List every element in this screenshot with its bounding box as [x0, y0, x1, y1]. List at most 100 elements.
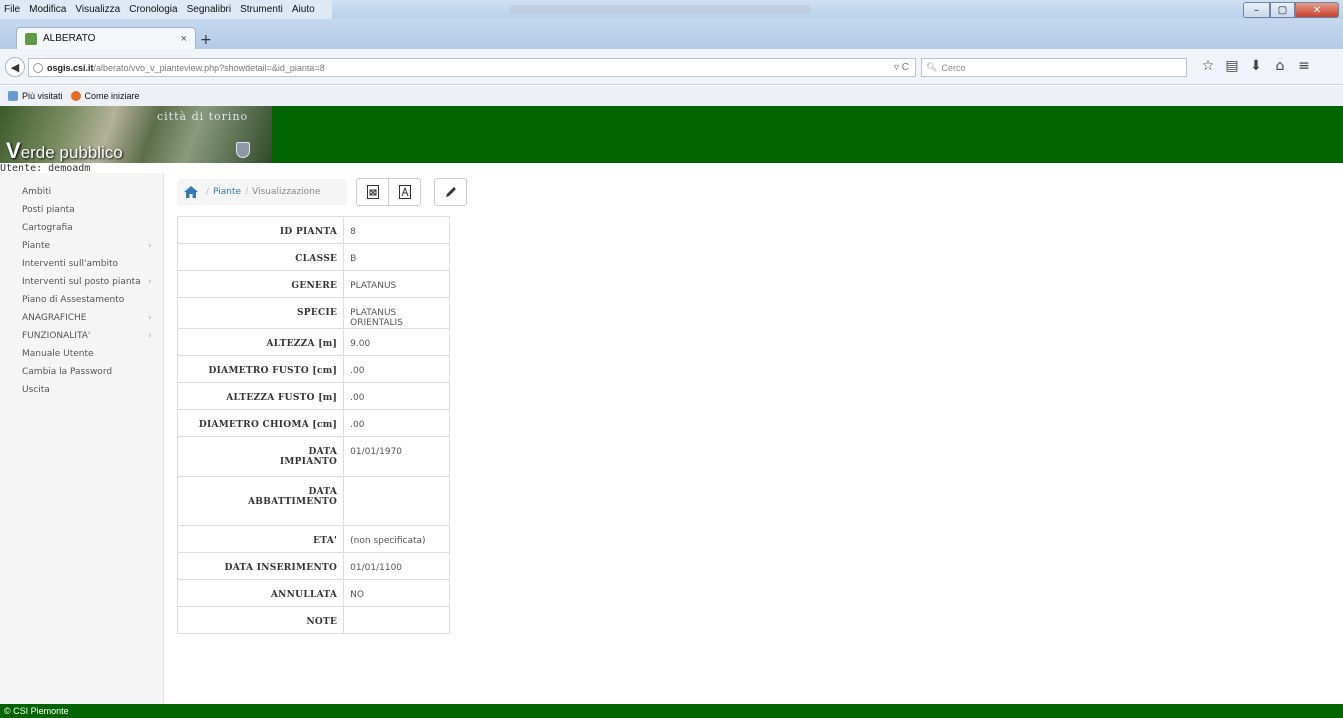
tab-bar: ALBERATO × + [0, 19, 1343, 49]
field-label: ALTEZZA FUSTO [m] [177, 382, 344, 410]
sidebar-item-piano-assestamento[interactable]: Piano di Assestamento [0, 292, 163, 310]
minimize-button[interactable]: – [1243, 2, 1270, 18]
close-window-button[interactable]: ✕ [1295, 2, 1339, 18]
sidebar-item-label: Posti pianta [22, 205, 75, 215]
field-value: 8 [343, 216, 450, 244]
chevron-right-icon: › [148, 241, 152, 251]
menu-modifica[interactable]: Modifica [29, 4, 66, 15]
sidebar-item-uscita[interactable]: Uscita [0, 382, 163, 400]
menu-cronologia[interactable]: Cronologia [129, 4, 177, 15]
site-favicon-icon [25, 32, 37, 45]
field-label: DIAMETRO CHIOMA [cm] [177, 409, 344, 437]
field-label: SPECIE [177, 297, 344, 329]
tree-detail-table: ID PIANTA 8 CLASSE B GENERE PLATANUS SPECIE… [177, 216, 450, 634]
bookmark-come-iniziare[interactable]: Come iniziare [70, 91, 140, 101]
table-row: DATA INSERIMENTO 01/01/1100 [177, 552, 450, 580]
table-row: NOTE [177, 606, 450, 634]
back-arrow-icon: ◀ [10, 60, 20, 74]
sidebar-item-manuale-utente[interactable]: Manuale Utente [0, 346, 163, 364]
field-value: (non specificata) [343, 525, 450, 553]
field-label: ALTEZZA [m] [177, 328, 344, 356]
url-path: /alberato/vvo_v_pianteview.php?showdetai… [93, 62, 325, 73]
export-pdf-button[interactable] [388, 178, 421, 206]
table-row: DIAMETRO CHIOMA [cm] .00 [177, 409, 450, 437]
tab-alberato[interactable]: ALBERATO × [16, 27, 196, 49]
breadcrumb-link-piante[interactable]: Piante [213, 187, 241, 197]
city-crest-icon [236, 142, 250, 158]
home-icon[interactable] [184, 186, 198, 198]
sidebar-item-anagrafiche[interactable]: ANAGRAFICHE › [0, 310, 163, 328]
sidebar-item-label: FUNZIONALITA' [22, 331, 91, 341]
site-title-rest: erde pubblico [20, 143, 123, 162]
new-tab-button[interactable]: + [200, 32, 212, 48]
sidebar-item-label: Interventi sul posto pianta [22, 277, 141, 287]
sidebar-item-ambiti[interactable]: Ambiti [0, 184, 163, 202]
edit-button[interactable] [434, 178, 467, 206]
export-excel-button[interactable] [356, 178, 389, 206]
menu-file[interactable]: File [4, 4, 20, 15]
firefox-icon [70, 91, 81, 101]
home-icon[interactable]: ⌂ [1268, 58, 1292, 74]
breadcrumb-separator: / [245, 187, 249, 197]
bookmark-label: Come iniziare [84, 91, 140, 101]
field-value: .00 [343, 409, 450, 437]
menu-aiuto[interactable]: Aiuto [292, 4, 315, 15]
table-row: ALTEZZA [m] 9.00 [177, 328, 450, 356]
sidebar-item-label: Piante [22, 241, 51, 251]
maximize-button[interactable]: ▢ [1270, 2, 1295, 18]
sidebar-item-interventi-ambito[interactable]: Interventi sull'ambito [0, 256, 163, 274]
field-label: DATA INSERIMENTO [177, 552, 344, 580]
site-identity-icon[interactable] [33, 62, 43, 73]
menu-list: File Modifica Visualizza Cronologia Segn… [0, 0, 332, 19]
field-value [343, 476, 450, 526]
field-label: ID PIANTA [177, 216, 344, 244]
breadcrumb-separator: / [206, 187, 210, 197]
excel-file-icon [366, 185, 379, 199]
field-value [343, 606, 450, 634]
field-value: PLATANUS [343, 270, 450, 298]
field-label: ANNULLATA [177, 579, 344, 607]
sidebar-item-interventi-posto-pianta[interactable]: Interventi sul posto pianta › [0, 274, 163, 292]
sidebar-item-piante[interactable]: Piante › [0, 238, 163, 256]
sidebar-item-label: Cartografia [22, 223, 73, 233]
downloads-icon[interactable]: ⬇ [1244, 58, 1268, 74]
chevron-right-icon: › [148, 331, 152, 341]
chevron-right-icon: › [148, 313, 152, 323]
city-name: città di torino [157, 110, 249, 123]
search-input[interactable]: 🔍︎ Cerco [921, 58, 1187, 77]
menu-bar: File Modifica Visualizza Cronologia Segn… [0, 0, 1343, 19]
bookmarks-bar: Più visitati Come iniziare [0, 86, 1343, 106]
tab-close-icon[interactable]: × [181, 33, 187, 45]
bookmark-piu-visitati[interactable]: Più visitati [8, 91, 63, 101]
search-icon: 🔍︎ [926, 62, 938, 72]
sidebar-item-cartografia[interactable]: Cartografia [0, 220, 163, 238]
footer: © CSI Piemonte [0, 704, 1343, 718]
breadcrumb-current: Visualizzazione [252, 187, 321, 197]
site-logo[interactable]: città di torino Verde pubblico [0, 106, 272, 163]
menu-hamburger-icon[interactable]: ≡ [1292, 58, 1316, 74]
table-row: ID PIANTA 8 [177, 216, 450, 244]
menu-visualizza[interactable]: Visualizza [75, 4, 120, 15]
sidebar-item-posti-pianta[interactable]: Posti pianta [0, 202, 163, 220]
reload-icon[interactable]: ▿ C [894, 62, 909, 73]
back-button[interactable]: ◀ [5, 57, 25, 77]
sidebar-item-cambia-password[interactable]: Cambia la Password [0, 364, 163, 382]
field-value: .00 [343, 355, 450, 383]
sidebar-item-funzionalita[interactable]: FUNZIONALITA' › [0, 328, 163, 346]
field-label: DATA IMPIANTO [177, 436, 344, 477]
table-row: ALTEZZA FUSTO [m] .00 [177, 382, 450, 410]
menu-segnalibri[interactable]: Segnalibri [187, 4, 231, 15]
field-value: PLATANUS ORIENTALIS [343, 297, 450, 329]
sidebar-item-label: Manuale Utente [22, 349, 94, 359]
bookmark-star-icon[interactable]: ☆ [1196, 58, 1220, 74]
url-bar[interactable]: osgis.csi.it /alberato/vvo_v_pianteview.… [28, 58, 916, 77]
bookmark-folder-icon [8, 91, 18, 101]
sidebar-item-label: Piano di Assestamento [22, 295, 125, 305]
field-value: NO [343, 579, 450, 607]
menu-strumenti[interactable]: Strumenti [240, 4, 283, 15]
bookmarks-library-icon[interactable]: ▤ [1220, 58, 1244, 74]
pencil-icon [445, 187, 456, 197]
chevron-right-icon: › [148, 277, 152, 287]
field-value: 9.00 [343, 328, 450, 356]
window-title-blur [510, 5, 810, 14]
